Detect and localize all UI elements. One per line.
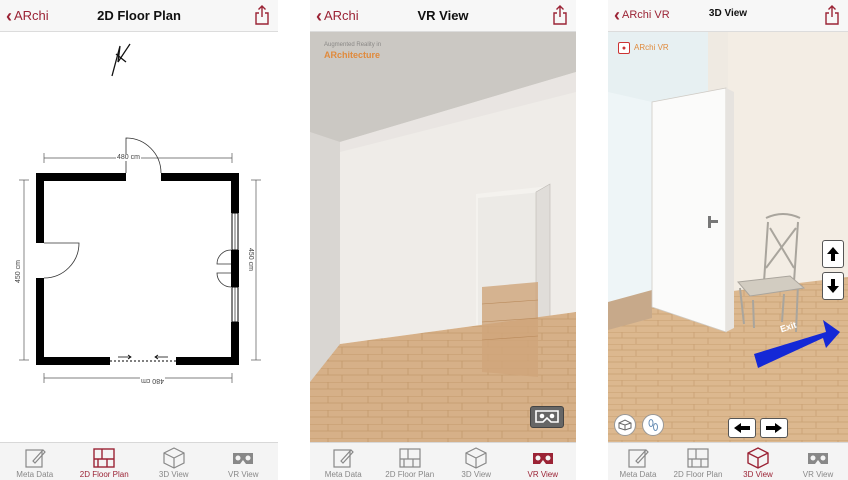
vr-cardboard-button[interactable] <box>530 406 564 428</box>
box-icon <box>618 419 632 431</box>
cube-icon <box>465 447 487 469</box>
turn-left-button[interactable] <box>728 418 756 438</box>
page-title: 3D View <box>708 8 748 19</box>
nav-bar: ‹ ARchi VR View <box>310 0 576 32</box>
dimension-right: 450 cm <box>246 247 254 272</box>
tab-3d-view[interactable]: 3D View <box>728 443 788 480</box>
page-title: 2D Floor Plan <box>97 8 181 23</box>
tab-meta-data[interactable]: Meta Data <box>310 443 377 480</box>
tab-2d-floor-plan[interactable]: 2D Floor Plan <box>70 443 140 480</box>
tab-2d-floor-plan[interactable]: 2D Floor Plan <box>377 443 444 480</box>
share-icon[interactable] <box>824 5 840 25</box>
vr-room-render <box>310 32 576 442</box>
floor-plan-icon <box>93 448 115 468</box>
arrow-down-icon <box>827 279 839 293</box>
phone-floor-plan: ‹ ARchi 2D Floor Plan 480 cm 480 cm 450 … <box>0 0 278 480</box>
tab-3d-view[interactable]: 3D View <box>443 443 510 480</box>
tab-vr-view[interactable]: VR View <box>788 443 848 480</box>
turn-right-button[interactable] <box>760 418 788 438</box>
pencil-note-icon <box>628 449 649 468</box>
tab-vr-view[interactable]: VR View <box>209 443 279 480</box>
tab-2d-floor-plan[interactable]: 2D Floor Plan <box>668 443 728 480</box>
3d-room-render <box>608 32 848 442</box>
arrow-up-icon <box>827 247 839 261</box>
floor-plan-drawing <box>19 43 261 383</box>
cube-icon <box>747 447 769 469</box>
pencil-note-icon <box>25 449 46 468</box>
tab-bar: Meta Data 2D Floor Plan 3D View VR View <box>310 442 576 480</box>
dimension-left: 450 cm <box>14 259 22 284</box>
tab-3d-view[interactable]: 3D View <box>139 443 209 480</box>
floor-plan-icon <box>399 448 421 468</box>
floor-plan-icon <box>687 448 709 468</box>
phone-3d-view: ‹ ARchi VR 3D View ● ARchi VR Exit Meta … <box>608 0 848 480</box>
vr-cardboard-icon <box>808 453 828 464</box>
share-icon[interactable] <box>552 5 568 25</box>
furniture-button[interactable] <box>614 414 636 436</box>
arrow-right-icon <box>766 423 782 433</box>
archi-vr-logo: ● <box>618 42 630 54</box>
phone-vr-view: ‹ ARchi VR View Augmented Reality in ARc… <box>310 0 576 480</box>
vr-scene[interactable]: Augmented Reality in ARchitecture <box>310 32 576 442</box>
floor-plan-canvas: 480 cm 480 cm 450 cm 450 cm <box>0 32 278 442</box>
cube-icon <box>163 447 185 469</box>
tab-meta-data[interactable]: Meta Data <box>608 443 668 480</box>
watermark: Augmented Reality in ARchitecture <box>324 42 382 60</box>
dimension-top: 480 cm <box>116 154 141 161</box>
tab-vr-view[interactable]: VR View <box>510 443 577 480</box>
walk-button[interactable] <box>642 414 664 436</box>
north-arrow-icon <box>111 43 131 77</box>
vr-cardboard-icon <box>233 453 254 464</box>
tab-bar: Meta Data 2D Floor Plan 3D View VR View <box>0 442 278 480</box>
vr-cardboard-icon <box>532 453 553 464</box>
logo-text: ARchi VR <box>634 43 669 52</box>
dimension-bottom: 480 cm <box>140 377 165 384</box>
pencil-note-icon <box>333 449 355 468</box>
nav-bar: ‹ ARchi 2D Floor Plan <box>0 0 278 32</box>
share-icon[interactable] <box>254 5 270 25</box>
3d-scene[interactable]: ● ARchi VR Exit <box>608 32 848 442</box>
tab-bar: Meta Data 2D Floor Plan 3D View VR View <box>608 442 848 480</box>
nav-bar: ‹ ARchi VR 3D View <box>608 0 848 32</box>
footprints-icon <box>648 419 658 431</box>
arrow-left-icon <box>734 423 750 433</box>
move-forward-button[interactable] <box>822 240 844 268</box>
page-title: VR View <box>417 8 469 23</box>
move-backward-button[interactable] <box>822 272 844 300</box>
tab-meta-data[interactable]: Meta Data <box>0 443 70 480</box>
vr-cardboard-icon <box>535 410 559 423</box>
